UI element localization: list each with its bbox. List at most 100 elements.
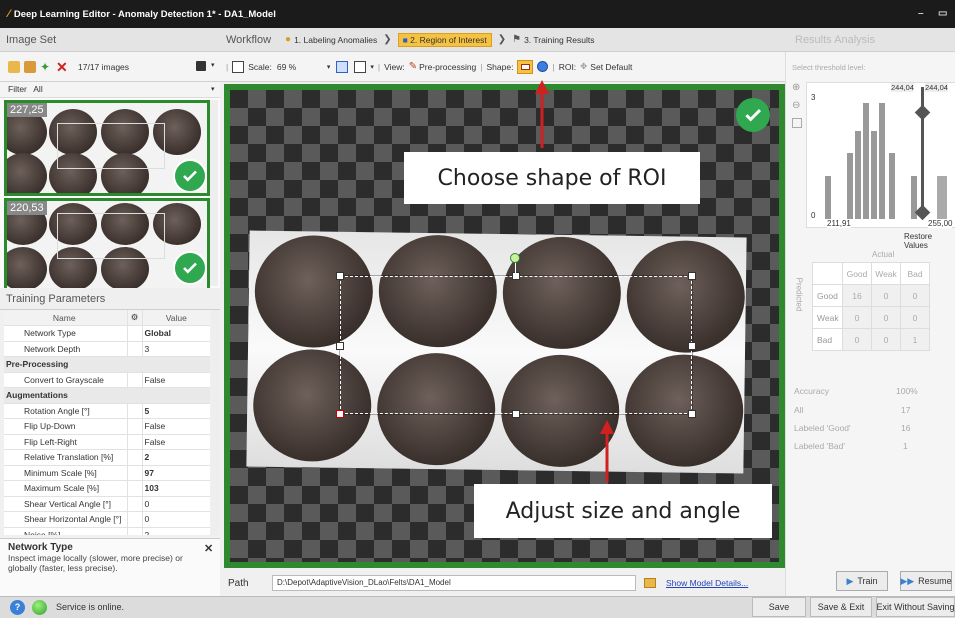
- roi-handle[interactable]: [512, 410, 520, 418]
- param-value[interactable]: 3: [142, 341, 210, 357]
- param-row[interactable]: Shear Vertical Angle [°] 0: [4, 496, 210, 512]
- zoom-out-icon[interactable]: ⊖: [792, 100, 800, 111]
- roi-handle[interactable]: [512, 272, 520, 280]
- param-value[interactable]: False: [142, 434, 210, 450]
- restore-values-link[interactable]: Restore Values: [904, 232, 955, 250]
- step-labeling[interactable]: 1. Labeling Anomalies: [294, 35, 377, 45]
- all-label: All: [794, 405, 804, 415]
- param-name: Shear Vertical Angle [°]: [4, 496, 127, 512]
- image-thumbnail[interactable]: 220,53: [4, 198, 210, 294]
- roi-handle[interactable]: [336, 272, 344, 280]
- status-bar: ? Service is online. Save Save & Exit Ex…: [0, 596, 955, 618]
- filter-select[interactable]: All: [33, 84, 42, 94]
- roi-handle[interactable]: [688, 272, 696, 280]
- matrix-cell: 0: [842, 306, 872, 329]
- matrix-cell: 0: [842, 328, 872, 351]
- param-value[interactable]: False: [142, 418, 210, 435]
- roi-handle[interactable]: [688, 342, 696, 350]
- param-row[interactable]: Network Depth 3: [4, 341, 210, 357]
- col-value: Value: [142, 310, 210, 326]
- move-icon: ✥: [580, 61, 588, 71]
- param-row[interactable]: Flip Left-Right False: [4, 434, 210, 450]
- folder-icon[interactable]: [644, 578, 656, 588]
- param-row[interactable]: Rotation Angle [°] 5: [4, 403, 210, 419]
- histogram[interactable]: 3 0 244,04 244,04 211,91 255,00: [806, 82, 955, 228]
- histogram-bar: [937, 176, 947, 219]
- param-row[interactable]: Network Type Global: [4, 325, 210, 342]
- roi-handle[interactable]: [688, 410, 696, 418]
- help-icon[interactable]: ?: [10, 600, 25, 615]
- chevron-down-icon[interactable]: ▾: [327, 63, 331, 71]
- param-value[interactable]: Global: [142, 325, 210, 342]
- fit-icon[interactable]: [792, 118, 802, 128]
- set-default-button[interactable]: Set Default: [590, 62, 632, 72]
- param-value[interactable]: 5: [142, 403, 210, 419]
- threshold-handle[interactable]: [914, 204, 931, 221]
- param-row[interactable]: Maximum Scale [%] 103: [4, 480, 210, 497]
- param-value[interactable]: 2: [142, 449, 210, 466]
- matrix-row-header: Weak: [812, 306, 843, 329]
- roi-handle[interactable]: [336, 342, 344, 350]
- callout-adjust: Adjust size and angle: [474, 484, 772, 538]
- param-row[interactable]: Minimum Scale [%] 97: [4, 465, 210, 481]
- view-toolbar: | Scale: 69 % ▾ ▾ | View: ✎ Pre-processi…: [220, 52, 785, 82]
- param-value[interactable]: False: [142, 372, 210, 388]
- gear-icon[interactable]: ⚙: [126, 310, 143, 326]
- close-icon[interactable]: ✕: [204, 542, 213, 555]
- params-scrollbar[interactable]: [211, 310, 219, 535]
- section-row: Pre-Processing: [4, 356, 210, 373]
- path-input[interactable]: D:\Depot\AdaptiveVision_DLao\Felts\DA1_M…: [272, 575, 636, 591]
- save-button[interactable]: Save: [752, 597, 806, 617]
- chevron-down-icon[interactable]: ▾: [211, 61, 215, 69]
- step-roi[interactable]: ■ 2. Region of Interest: [397, 32, 492, 47]
- matrix-row-header: Bad: [812, 328, 843, 351]
- chevron-down-icon[interactable]: ▾: [370, 63, 374, 71]
- save-exit-button[interactable]: Save & Exit: [810, 597, 872, 617]
- param-value[interactable]: 97: [142, 465, 210, 481]
- actual-label: Actual: [872, 250, 895, 259]
- pin-icon[interactable]: ✦: [40, 61, 52, 73]
- frame-icon[interactable]: [354, 60, 367, 73]
- preprocessing-toggle[interactable]: Pre-processing: [419, 62, 476, 72]
- flag-icon: ⚑: [512, 34, 522, 45]
- param-row[interactable]: Noise [%] 2: [4, 527, 210, 535]
- scale-select[interactable]: 69 %: [277, 62, 327, 72]
- param-value[interactable]: 2: [142, 527, 210, 535]
- help-panel: Network Type Inspect image locally (slow…: [0, 538, 220, 596]
- show-model-details-link[interactable]: Show Model Details...: [666, 578, 748, 588]
- histogram-bar: [863, 103, 869, 219]
- delete-icon[interactable]: ✕: [56, 60, 68, 74]
- image-canvas[interactable]: Choose shape of ROI Adjust size and angl…: [224, 80, 785, 568]
- rotation-stem: [515, 262, 516, 274]
- chevron-down-icon[interactable]: ▾: [211, 82, 215, 97]
- folder-icon[interactable]: [8, 60, 20, 73]
- param-value[interactable]: 0: [142, 496, 210, 512]
- param-row[interactable]: Convert to Grayscale False: [4, 372, 210, 388]
- param-value[interactable]: 0: [142, 511, 210, 528]
- param-row[interactable]: Shear Horizontal Angle [°] 0: [4, 511, 210, 528]
- roi-rectangle[interactable]: [340, 276, 692, 414]
- thumbnail-scrollbar[interactable]: [210, 100, 218, 286]
- param-row[interactable]: Relative Translation [%] 2: [4, 449, 210, 466]
- param-row[interactable]: Flip Up-Down False: [4, 418, 210, 435]
- rectangle-shape-icon[interactable]: [517, 59, 534, 74]
- zoom-in-icon[interactable]: ⊕: [792, 82, 800, 93]
- save-icon[interactable]: [196, 61, 206, 71]
- train-button[interactable]: ▶ Train: [836, 571, 888, 591]
- param-value[interactable]: 103: [142, 480, 210, 497]
- window-title: Deep Learning Editor - Anomaly Detection…: [13, 8, 276, 20]
- roi-anchor-handle[interactable]: [336, 410, 344, 418]
- step-training-results[interactable]: 3. Training Results: [524, 35, 594, 45]
- image-thumbnail[interactable]: 227,25: [4, 100, 210, 196]
- ellipse-shape-icon[interactable]: [537, 61, 549, 72]
- fit-view-icon[interactable]: [336, 60, 349, 73]
- exit-without-saving-button[interactable]: Exit Without Saving: [876, 597, 955, 617]
- add-images-icon[interactable]: [24, 60, 36, 73]
- threshold-handle[interactable]: [914, 104, 931, 121]
- rotation-handle[interactable]: [510, 253, 520, 263]
- help-text: Inspect image locally (slower, more prec…: [8, 553, 183, 573]
- resume-button[interactable]: ▶▶ Resume: [900, 571, 952, 591]
- restore-icon[interactable]: ▭: [938, 8, 947, 19]
- minimize-icon[interactable]: –: [918, 8, 924, 19]
- path-bar: Path D:\Depot\AdaptiveVision_DLao\Felts\…: [220, 570, 785, 596]
